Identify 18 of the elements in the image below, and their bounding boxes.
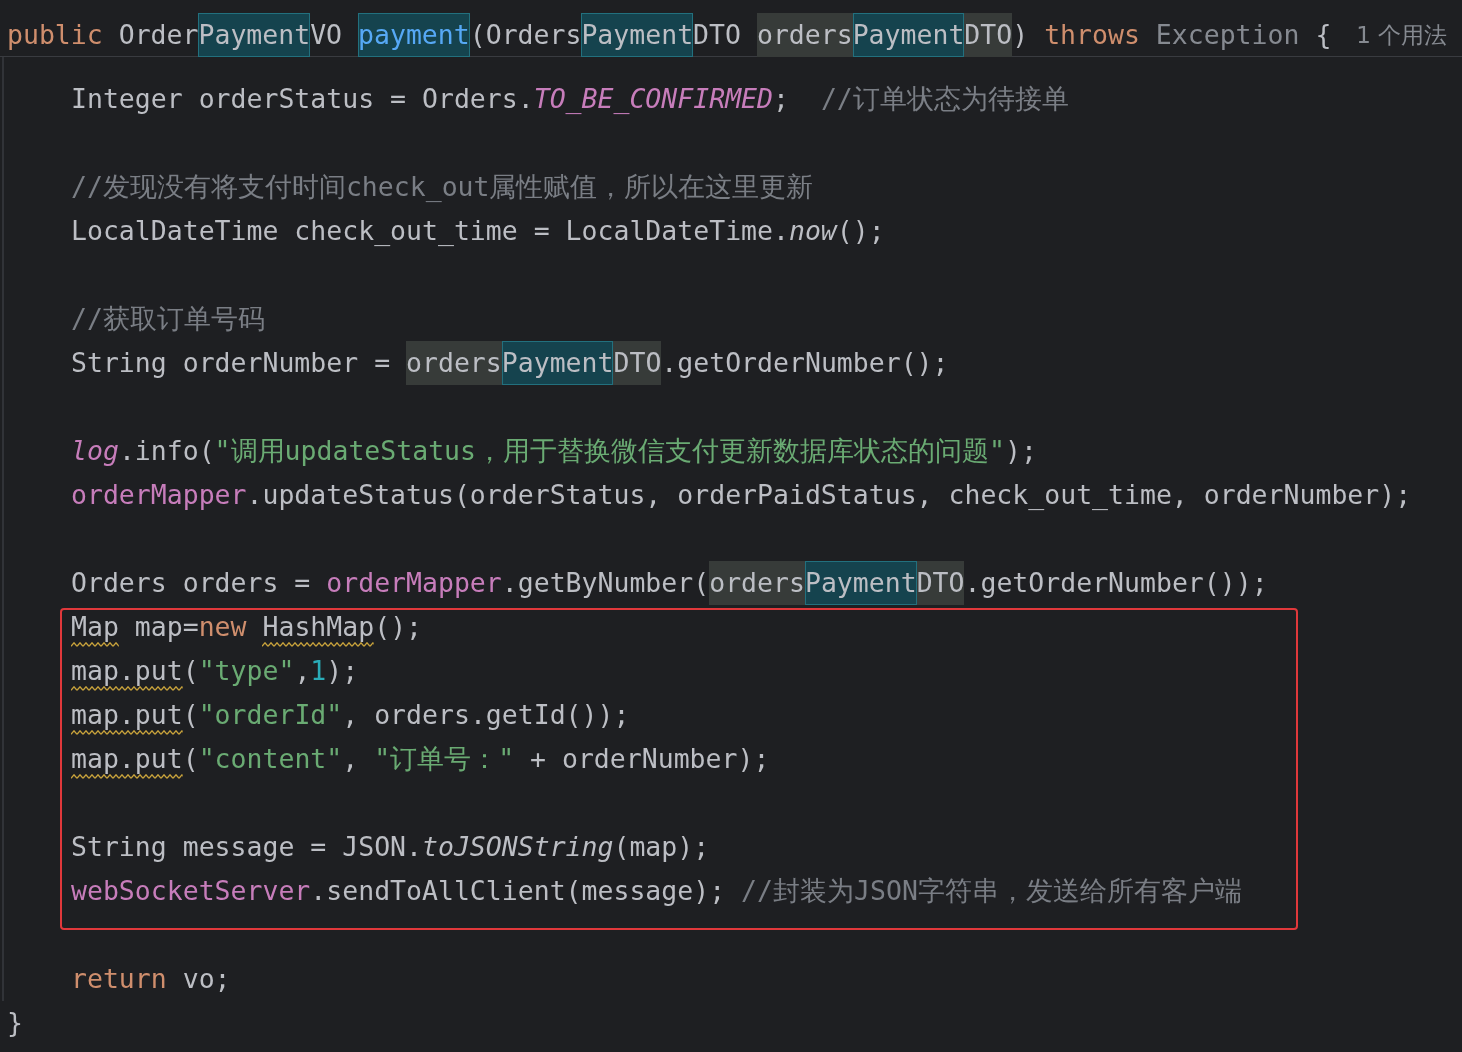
code-line: log.info("调用updateStatus，用于替换微信支付更新数据库状态的问题");: [71, 434, 1037, 468]
method-signature: public OrderPaymentVO payment(OrdersPaymentDTO ordersPaymentDTO) throws Exception {: [7, 18, 1332, 52]
code-line: }: [7, 1006, 23, 1040]
code-line: Integer orderStatus = Orders.TO_BE_CONFIRMED; //订单状态为待接单: [71, 82, 1069, 116]
code-line: //发现没有将支付时间check_out属性赋值，所以在这里更新: [71, 170, 814, 204]
code-line: String message = JSON.toJSONString(map);: [71, 830, 710, 864]
code-line: Orders orders = orderMapper.getByNumber(ordersPaymentDTO.getOrderNumber());: [71, 566, 1268, 600]
code-line: map.put("type",1);: [71, 654, 359, 688]
code-line: map.put("orderId", orders.getId());: [71, 698, 630, 732]
code-line: map.put("content", "订单号：" + orderNumber);: [71, 742, 770, 776]
code-line: String orderNumber = ordersPaymentDTO.getOrderNumber();: [71, 346, 949, 380]
code-line: //获取订单号码: [71, 302, 265, 336]
code-line: Map map=new HashMap();: [71, 610, 423, 644]
code-line: webSocketServer.sendToAllClient(message); //封装为JSON字符串，发送给所有客户端: [71, 874, 1242, 908]
usages-hint[interactable]: 1 个用法: [1356, 13, 1448, 57]
code-line: return vo;: [71, 962, 231, 996]
code-line: orderMapper.updateStatus(orderStatus, orderPaidStatus, check_out_time, orderNumber);: [71, 478, 1412, 512]
code-line: LocalDateTime check_out_time = LocalDateTime.now();: [71, 214, 885, 248]
